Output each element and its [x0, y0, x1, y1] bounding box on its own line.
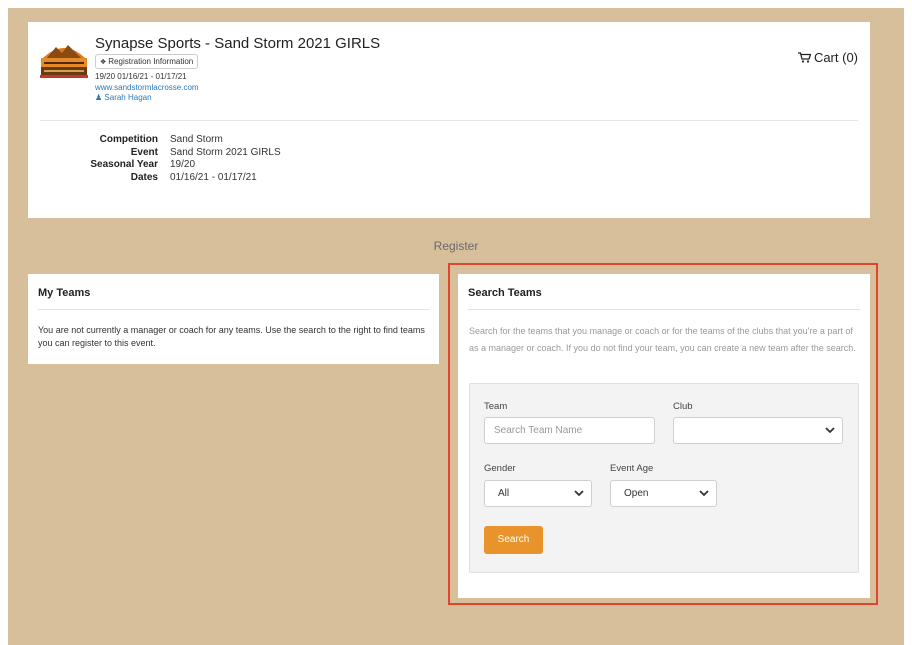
detail-value: 01/16/21 - 01/17/21 [170, 171, 257, 183]
search-form: Team Search Team Name Club Gender All Ev… [469, 383, 859, 573]
detail-value: Sand Storm 2021 GIRLS [170, 146, 281, 158]
panel-divider [38, 309, 429, 310]
registration-information-label: Registration Information [108, 57, 194, 66]
search-teams-description: Search for the teams that you manage or … [469, 326, 856, 353]
my-teams-title: My Teams [38, 287, 91, 299]
event-age-label: Event Age [610, 463, 654, 474]
club-select[interactable] [673, 417, 843, 444]
detail-row-dates: Dates 01/16/21 - 01/17/21 [56, 172, 281, 185]
panel-divider [468, 309, 860, 310]
my-teams-panel: My Teams You are not currently a manager… [28, 274, 439, 364]
search-button[interactable]: Search [484, 526, 543, 554]
detail-key: Competition [99, 134, 158, 145]
event-details-list: Competition Sand Storm Event Sand Storm … [56, 134, 281, 185]
event-contact-link[interactable]: ♟ Sarah Hagan [95, 93, 152, 102]
detail-key: Seasonal Year [90, 159, 158, 170]
user-icon: ♟ [95, 93, 103, 102]
detail-value: Sand Storm [170, 134, 223, 145]
registration-information-button[interactable]: ❖ Registration Information [95, 54, 199, 69]
header-divider [40, 120, 858, 121]
event-title: Synapse Sports - Sand Storm 2021 GIRLS [95, 35, 381, 52]
event-dates-line: 19/20 01/16/21 - 01/17/21 [95, 72, 187, 81]
event-contact-name: Sarah Hagan [104, 93, 152, 102]
my-teams-message: You are not currently a manager or coach… [38, 325, 425, 348]
event-age-select[interactable]: Open [610, 480, 717, 507]
search-teams-title: Search Teams [468, 287, 542, 299]
cart-link[interactable]: Cart (0) [797, 50, 858, 65]
event-age-select-value: Open [624, 488, 649, 499]
club-label: Club [673, 401, 693, 412]
event-header-card: Synapse Sports - Sand Storm 2021 GIRLS ❖… [28, 22, 870, 218]
gender-select-value: All [498, 488, 510, 499]
team-label: Team [484, 401, 508, 412]
chevron-down-icon [574, 490, 584, 497]
gender-label: Gender [484, 463, 516, 474]
detail-key: Dates [130, 171, 158, 183]
search-teams-panel: Search Teams Search for the teams that y… [458, 274, 870, 598]
detail-row-competition: Competition Sand Storm [56, 134, 281, 147]
event-website-link[interactable]: www.sandstormlacrosse.com [95, 83, 199, 92]
event-logo [38, 39, 90, 79]
team-search-input[interactable]: Search Team Name [484, 417, 655, 444]
register-heading: Register [433, 239, 479, 253]
chevron-down-icon [699, 490, 709, 497]
gender-select[interactable]: All [484, 480, 592, 507]
chevron-down-icon [825, 427, 835, 434]
cart-label: Cart (0) [813, 50, 858, 65]
info-circle-icon: ❖ [100, 59, 107, 66]
detail-row-event: Event Sand Storm 2021 GIRLS [56, 147, 281, 160]
detail-key: Event [130, 146, 158, 158]
detail-row-seasonal-year: Seasonal Year 19/20 [56, 159, 281, 172]
detail-value: 19/20 [170, 159, 196, 170]
cart-icon [797, 52, 812, 63]
